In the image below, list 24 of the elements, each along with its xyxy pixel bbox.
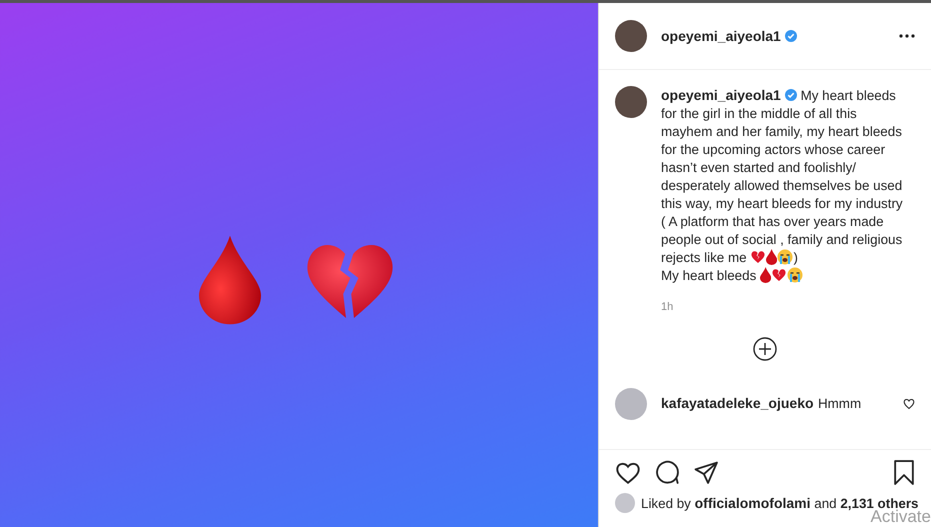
profile-avatar[interactable]: [615, 20, 647, 52]
broken-heart-icon: [771, 267, 788, 283]
more-options-button[interactable]: [899, 34, 915, 38]
username-link[interactable]: opeyemi_aiyeola1: [661, 87, 781, 103]
blood-drop-icon: [760, 267, 772, 283]
comment-text: Hmmm: [818, 396, 862, 411]
share-button[interactable]: [694, 461, 719, 484]
comment-button[interactable]: [655, 460, 680, 485]
load-more-button[interactable]: [753, 337, 777, 361]
username-link[interactable]: opeyemi_aiyeola1: [661, 28, 781, 44]
username-link[interactable]: officialomofolami: [694, 495, 811, 511]
post-time: 1h: [661, 301, 674, 313]
caption-text: opeyemi_aiyeola1 My heart bleeds for the girl in the middle of all this mayhem and her family, my heart bleeds for the upcoming actors whose career hasn’t even started and foolishly/ desperately allowed themselves be used this way, my heart bleeds for my industry ( A platform that has over years made people out of social , family and religious rejects like me ) My heart bleeds: [661, 86, 903, 285]
save-button[interactable]: [893, 460, 915, 485]
like-button[interactable]: [615, 460, 641, 484]
comment-like-button[interactable]: [903, 398, 915, 410]
broken-heart-icon: [750, 249, 766, 265]
crying-face-icon: [787, 267, 804, 283]
blood-drop-icon: [766, 249, 778, 265]
crying-face-icon: [777, 249, 794, 265]
verified-badge-icon: [784, 30, 797, 42]
username-link[interactable]: kafayatadeleke_ojueko: [661, 395, 814, 411]
verified-badge-icon: [784, 89, 797, 101]
profile-avatar[interactable]: [615, 86, 647, 118]
